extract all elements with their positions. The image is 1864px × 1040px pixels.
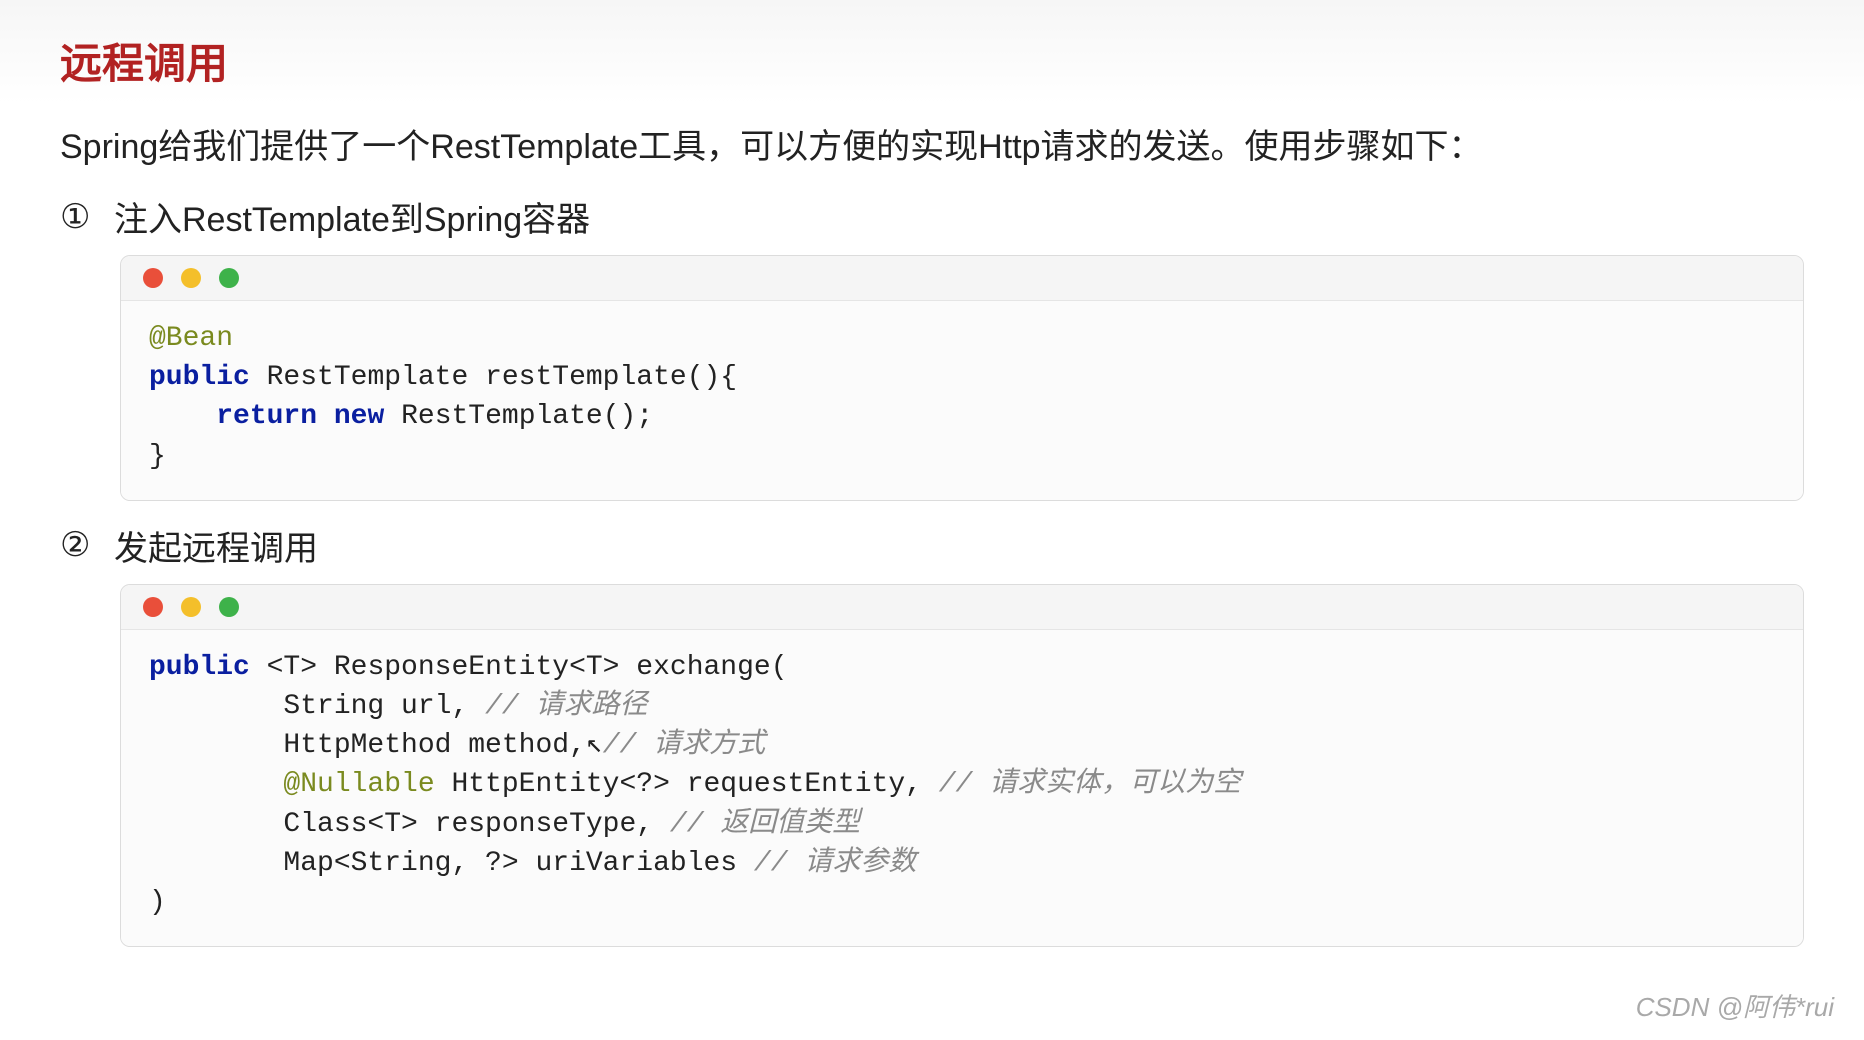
code-block-2: public <T> ResponseEntity<T> exchange( S… (120, 584, 1804, 947)
watermark: CSDN @阿伟*rui (1636, 987, 1834, 1024)
code-indent (149, 691, 283, 722)
code-keyword: public (149, 362, 250, 393)
code-indent (149, 769, 283, 800)
page-title: 远程调用 (60, 30, 1804, 91)
code-text: Class<T> responseType, (283, 809, 669, 840)
code-text: } (149, 441, 166, 472)
step-label: 发起远程调用 (114, 521, 318, 570)
step-number: ① (60, 197, 114, 237)
code-block-1: @Bean public RestTemplate restTemplate()… (120, 255, 1804, 501)
code-text: ) (149, 887, 166, 918)
code-annotation: @Bean (149, 323, 233, 354)
code-comment: // 请求方式 (603, 730, 765, 761)
code-comment: // 请求参数 (754, 848, 916, 879)
step-number: ② (60, 525, 114, 565)
code-keyword: return (216, 401, 317, 432)
code-titlebar (121, 256, 1803, 301)
window-close-icon (143, 597, 163, 617)
code-indent (149, 848, 283, 879)
window-minimize-icon (181, 597, 201, 617)
window-minimize-icon (181, 268, 201, 288)
window-close-icon (143, 268, 163, 288)
code-comment: // 请求实体，可以为空 (939, 769, 1241, 800)
code-body: @Bean public RestTemplate restTemplate()… (121, 301, 1803, 500)
window-maximize-icon (219, 597, 239, 617)
code-keyword: public (149, 652, 250, 683)
cursor-icon: ↖ (586, 726, 603, 765)
code-indent (149, 809, 283, 840)
code-text: HttpEntity<?> requestEntity, (435, 769, 939, 800)
code-comment: // 返回值类型 (670, 809, 860, 840)
code-text: RestTemplate(); (384, 401, 653, 432)
code-titlebar (121, 585, 1803, 630)
code-text: RestTemplate restTemplate(){ (250, 362, 737, 393)
slide-page: 远程调用 Spring给我们提供了一个RestTemplate工具，可以方便的实… (0, 0, 1864, 1040)
code-comment: // 请求路径 (485, 691, 647, 722)
code-text: String url, (283, 691, 485, 722)
code-indent (149, 401, 216, 432)
code-text: Map<String, ?> uriVariables (283, 848, 753, 879)
step-label: 注入RestTemplate到Spring容器 (114, 192, 590, 241)
code-text: <T> ResponseEntity<T> exchange( (250, 652, 788, 683)
intro-text: Spring给我们提供了一个RestTemplate工具，可以方便的实现Http… (60, 119, 1804, 168)
code-indent (149, 730, 283, 761)
step-2: ② 发起远程调用 (60, 521, 1804, 570)
code-annotation: @Nullable (283, 769, 434, 800)
step-1: ① 注入RestTemplate到Spring容器 (60, 192, 1804, 241)
code-keyword: new (334, 401, 384, 432)
code-space (317, 401, 334, 432)
window-maximize-icon (219, 268, 239, 288)
code-text: HttpMethod method, (283, 730, 585, 761)
code-body: public <T> ResponseEntity<T> exchange( S… (121, 630, 1803, 946)
